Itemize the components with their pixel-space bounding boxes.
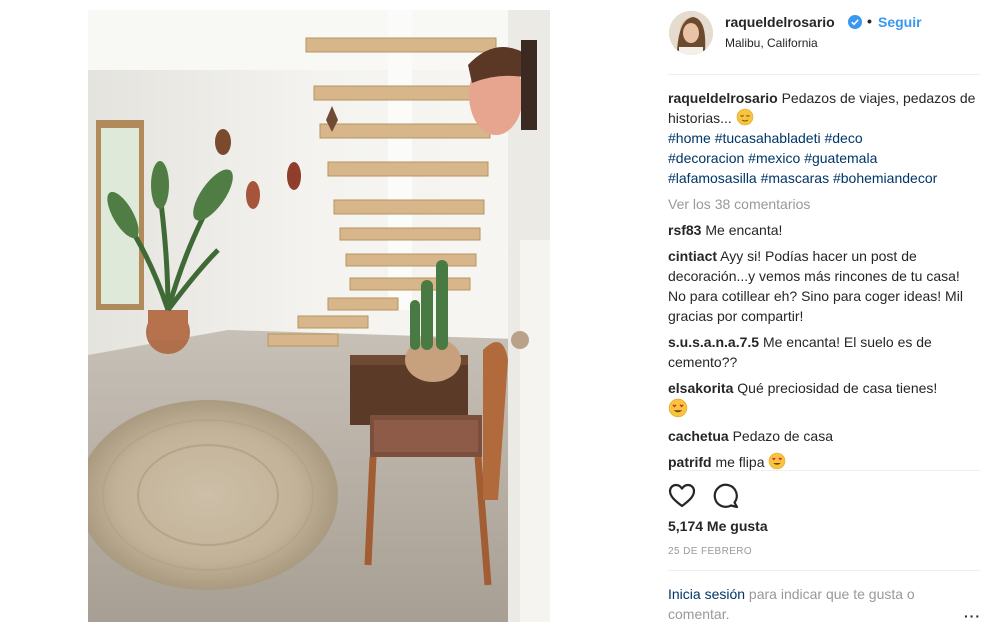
hashtag-link[interactable]: #tucasahabladeti bbox=[715, 130, 821, 146]
hashtag-link[interactable]: #mascaras bbox=[761, 170, 829, 186]
comment-text: me flipa bbox=[715, 454, 765, 470]
hashtag-link[interactable]: #decoracion bbox=[668, 150, 744, 166]
interior-staircase-photo bbox=[88, 10, 550, 622]
comment-username[interactable]: patrifd bbox=[668, 454, 712, 470]
caption-username[interactable]: raqueldelrosario bbox=[668, 90, 778, 106]
hashtag-link[interactable]: #home bbox=[668, 130, 711, 146]
post-caption: raqueldelrosario Pedazos de viajes, peda… bbox=[668, 88, 980, 188]
login-divider bbox=[668, 570, 980, 571]
post-actions bbox=[668, 482, 788, 510]
likes-count[interactable]: 5,174 Me gusta bbox=[668, 518, 768, 534]
login-link[interactable]: Inicia sesión bbox=[668, 586, 745, 602]
post-photo[interactable] bbox=[88, 10, 550, 622]
comment-text: Me encanta! bbox=[705, 222, 783, 238]
heart-eyes-emoji bbox=[668, 398, 688, 418]
comment-text: Pedazo de casa bbox=[732, 428, 833, 444]
hashtag-link[interactable]: #guatemala bbox=[804, 150, 877, 166]
comment-username[interactable]: elsakorita bbox=[668, 380, 733, 396]
comment-item: s.u.s.a.n.a.7.5 Me encanta! El suelo es … bbox=[668, 332, 980, 372]
comment-item: cachetua Pedazo de casa bbox=[668, 426, 980, 446]
avatar[interactable] bbox=[669, 11, 713, 55]
post-header: raqueldelrosario • Seguir Malibu, Califo… bbox=[668, 11, 980, 55]
hashtag-link[interactable]: #lafamosasilla bbox=[668, 170, 757, 186]
hashtag-link[interactable]: #mexico bbox=[748, 150, 800, 166]
comment-text: Qué preciosidad de casa tienes! bbox=[737, 380, 938, 396]
login-prompt: Inicia sesión para indicar que te gusta … bbox=[668, 584, 958, 624]
comment-username[interactable]: cachetua bbox=[668, 428, 729, 444]
verified-badge-icon bbox=[848, 15, 862, 29]
post-date: 25 DE FEBRERO bbox=[668, 546, 753, 557]
comments-section: raqueldelrosario Pedazos de viajes, peda… bbox=[668, 88, 980, 478]
post-sidebar: raqueldelrosario • Seguir Malibu, Califo… bbox=[668, 0, 980, 638]
comment-bubble-icon[interactable] bbox=[712, 482, 740, 510]
separator-dot: • bbox=[867, 13, 872, 29]
heart-icon[interactable] bbox=[668, 482, 696, 510]
comment-item: patrifd me flipa bbox=[668, 452, 980, 472]
hashtag-link[interactable]: #bohemiandecor bbox=[833, 170, 937, 186]
comment-username[interactable]: cintiact bbox=[668, 248, 717, 264]
comment-item: rsf83 Me encanta! bbox=[668, 220, 980, 240]
relieved-face-emoji bbox=[736, 108, 754, 126]
header-divider bbox=[668, 74, 980, 75]
heart-eyes-emoji bbox=[769, 452, 786, 470]
comment-username[interactable]: rsf83 bbox=[668, 222, 701, 238]
comment-item: cintiact Ayy si! Podías hacer un post de… bbox=[668, 246, 980, 326]
avatar-photo bbox=[669, 11, 713, 55]
comment-username[interactable]: s.u.s.a.n.a.7.5 bbox=[668, 334, 759, 350]
follow-button[interactable]: Seguir bbox=[878, 14, 922, 30]
comment-item: elsakorita Qué preciosidad de casa tiene… bbox=[668, 378, 980, 420]
location-link[interactable]: Malibu, California bbox=[725, 36, 818, 50]
view-all-comments-link[interactable]: Ver los 38 comentarios bbox=[668, 194, 980, 214]
hashtag-link[interactable]: #deco bbox=[824, 130, 862, 146]
actions-divider bbox=[668, 470, 980, 471]
username[interactable]: raqueldelrosario bbox=[725, 14, 835, 30]
more-options-icon[interactable]: ··· bbox=[964, 608, 981, 624]
